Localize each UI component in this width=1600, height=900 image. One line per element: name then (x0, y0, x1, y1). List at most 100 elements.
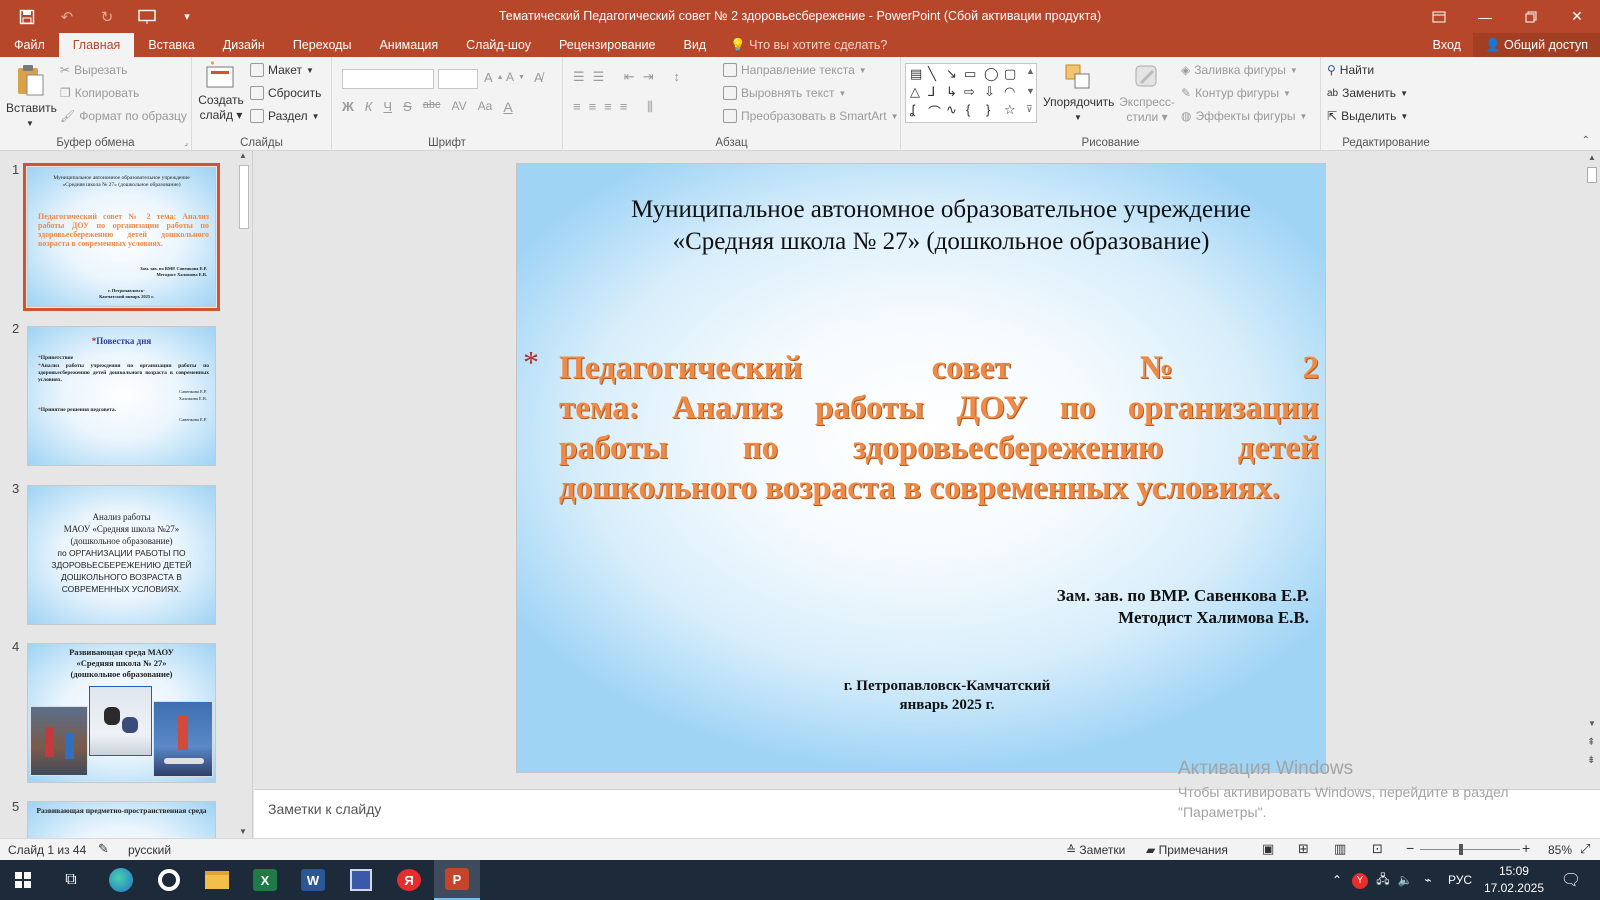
network-tray-icon[interactable]: 🖧 (1372, 870, 1394, 891)
zoom-slider[interactable] (1420, 849, 1520, 850)
line-shape-icon[interactable]: ╲ (928, 66, 936, 82)
elbow-connector-icon[interactable]: ⅃ (928, 84, 935, 100)
powerpoint-taskbar-icon[interactable]: P (434, 860, 480, 900)
word-icon[interactable]: W (290, 860, 336, 900)
collapse-ribbon-icon[interactable]: ⌃ (1582, 135, 1590, 146)
layout-button[interactable]: Макет ▼ (250, 63, 314, 77)
char-spacing-button[interactable]: AV (452, 99, 467, 115)
change-case-button[interactable]: Aa (478, 99, 493, 115)
tab-file[interactable]: Файл (0, 33, 59, 57)
strikethrough-button[interactable]: abc (423, 99, 441, 115)
restore-icon[interactable] (1508, 0, 1554, 33)
curve-shape-icon[interactable]: ⌒ (928, 102, 941, 121)
city-line[interactable]: г. Петропавловск-Камчатский (832, 678, 1062, 695)
author-line-1[interactable]: Зам. зав. по ВМР. Савенкова Е.Р. (1057, 586, 1309, 606)
star-shape-icon[interactable]: ☆ (1004, 102, 1016, 118)
tab-animations[interactable]: Анимация (365, 33, 452, 57)
slideshow-view-icon[interactable]: ⊡ (1372, 841, 1383, 857)
author-line-2[interactable]: Методист Халимова Е.В. (1118, 608, 1309, 628)
zoom-out-icon[interactable]: − (1406, 840, 1414, 856)
file-explorer-icon[interactable] (194, 860, 240, 900)
align-text-button[interactable]: Выровнять текст ▼ (723, 86, 846, 100)
start-slideshow-icon[interactable] (130, 0, 164, 33)
right-brace-icon[interactable]: } (986, 102, 990, 117)
left-brace-icon[interactable]: { (966, 102, 970, 117)
tab-view[interactable]: Вид (669, 33, 720, 57)
title-line-3[interactable]: работы по здоровьесбережению детей (559, 430, 1319, 467)
edge-browser-icon[interactable] (98, 860, 144, 900)
gallery-scroll-up-icon[interactable]: ▲ (1026, 66, 1035, 76)
shape-outline-button[interactable]: ✎ Контур фигуры ▼ (1181, 86, 1291, 100)
comments-toggle[interactable]: ▰ Примечания (1146, 843, 1228, 857)
minimize-icon[interactable]: — (1462, 0, 1508, 33)
floppy-app-icon[interactable] (338, 860, 384, 900)
slide-thumbnail-1[interactable]: Муниципальное автономное образовательное… (23, 163, 220, 311)
reset-button[interactable]: Сбросить (250, 86, 321, 100)
taskbar-clock[interactable]: 15:09 17.02.2025 (1484, 863, 1544, 897)
volume-icon[interactable]: 🔈 (1394, 873, 1416, 887)
dialog-launcher-icon[interactable]: ⌟ (184, 138, 188, 147)
scribble-shape-icon[interactable]: ʆ (910, 102, 915, 117)
quick-styles-button[interactable]: Экспресс- стили ▾ (1115, 63, 1179, 125)
reading-view-icon[interactable]: ▥ (1334, 841, 1346, 857)
clear-formatting-icon[interactable]: A̸ (534, 70, 543, 85)
oval-shape-icon[interactable]: ◯ (984, 66, 999, 82)
arrange-button[interactable]: Упорядочить ▼ (1043, 63, 1114, 125)
slide-thumbnail-2[interactable]: *Повестка дня *Приветствие *Анализ работ… (27, 326, 216, 466)
increase-font-icon[interactable]: A ▲ (484, 70, 504, 85)
smartart-button[interactable]: Преобразовать в SmartArt ▼ (723, 109, 898, 123)
arrow-line-shape-icon[interactable]: ↘ (946, 66, 957, 82)
ribbon-display-options-icon[interactable] (1416, 0, 1462, 33)
fit-slide-icon[interactable]: ⤢ (1580, 841, 1590, 857)
wave-shape-icon[interactable]: ∿ (946, 102, 957, 118)
language-indicator[interactable]: русский (128, 843, 171, 857)
tab-design[interactable]: Дизайн (209, 33, 279, 57)
input-language[interactable]: РУС (1440, 873, 1480, 887)
notifications-icon[interactable]: 🗨 (1548, 860, 1594, 900)
customize-qat-icon[interactable]: ▾ (170, 0, 204, 33)
redo-icon[interactable]: ↻ (90, 0, 124, 33)
notes-toggle[interactable]: ≙ Заметки (1066, 843, 1125, 857)
section-button[interactable]: Раздел ▼ (250, 109, 320, 123)
bold-button[interactable]: Ж (342, 99, 354, 115)
share-button[interactable]: 👤 Общий доступ (1472, 33, 1600, 57)
slide-thumbnail-4[interactable]: Развивающая среда МАОУ «Средняя школа № … (27, 643, 216, 783)
tab-insert[interactable]: Вставка (134, 33, 208, 57)
battery-plug-icon[interactable]: ⌁ (1416, 873, 1440, 887)
find-button[interactable]: ⚲ Найти (1327, 63, 1374, 77)
shadow-s-button[interactable]: S (403, 99, 412, 115)
scroll-up-icon[interactable]: ▲ (1588, 153, 1596, 162)
rectangle-shape-icon[interactable]: ▭ (964, 66, 976, 82)
new-slide-button[interactable]: Создать слайд ▾ (198, 61, 244, 123)
yandex-tray-icon[interactable]: Y (1348, 872, 1372, 889)
list-buttons-icon[interactable]: ☰☰ ⇤⇥ ↕ (573, 69, 688, 85)
textbox-shape-icon[interactable]: ▤ (910, 66, 922, 82)
shape-effects-button[interactable]: ◍ Эффекты фигуры ▼ (1181, 109, 1307, 123)
tab-slideshow[interactable]: Слайд-шоу (452, 33, 545, 57)
gallery-scroll-down-icon[interactable]: ▼ (1026, 86, 1035, 96)
previous-slide-icon[interactable]: ⇞ (1587, 737, 1595, 748)
scroll-down-icon[interactable]: ▼ (239, 827, 247, 836)
date-line[interactable]: январь 2025 г. (832, 697, 1062, 714)
align-buttons-icon[interactable]: ≡≡≡≡ ⫼ (573, 99, 661, 115)
italic-button[interactable]: К (365, 99, 373, 115)
font-size-combo[interactable] (438, 69, 478, 89)
underline-button[interactable]: Ч (383, 99, 392, 115)
yandex-browser-icon[interactable]: Я (386, 860, 432, 900)
title-line-4[interactable]: дошкольного возраста в современных услов… (559, 470, 1319, 507)
font-name-combo[interactable] (342, 69, 434, 89)
font-color-button[interactable]: A (503, 99, 512, 115)
scroll-down-icon[interactable]: ▼ (1588, 719, 1596, 728)
slide-thumbnail-3[interactable]: Анализ работы МАОУ «Средняя школа №27» (… (27, 485, 216, 625)
scroll-thumb[interactable] (239, 165, 249, 229)
copy-button[interactable]: ❐ Копировать (60, 86, 139, 100)
slide-scrollbar[interactable]: ▲ ▼ ⇞ ⇟ (1584, 151, 1600, 789)
tab-home[interactable]: Главная (58, 33, 135, 57)
elbow-arrow-icon[interactable]: ↳ (946, 84, 957, 100)
next-slide-icon[interactable]: ⇟ (1587, 755, 1595, 766)
tab-transitions[interactable]: Переходы (279, 33, 366, 57)
signin-link[interactable]: Вход (1421, 33, 1473, 57)
thumbnail-scrollbar[interactable]: ▲ ▼ (237, 151, 251, 838)
scroll-thumb[interactable] (1587, 167, 1597, 183)
zoom-in-icon[interactable]: + (1522, 840, 1530, 856)
